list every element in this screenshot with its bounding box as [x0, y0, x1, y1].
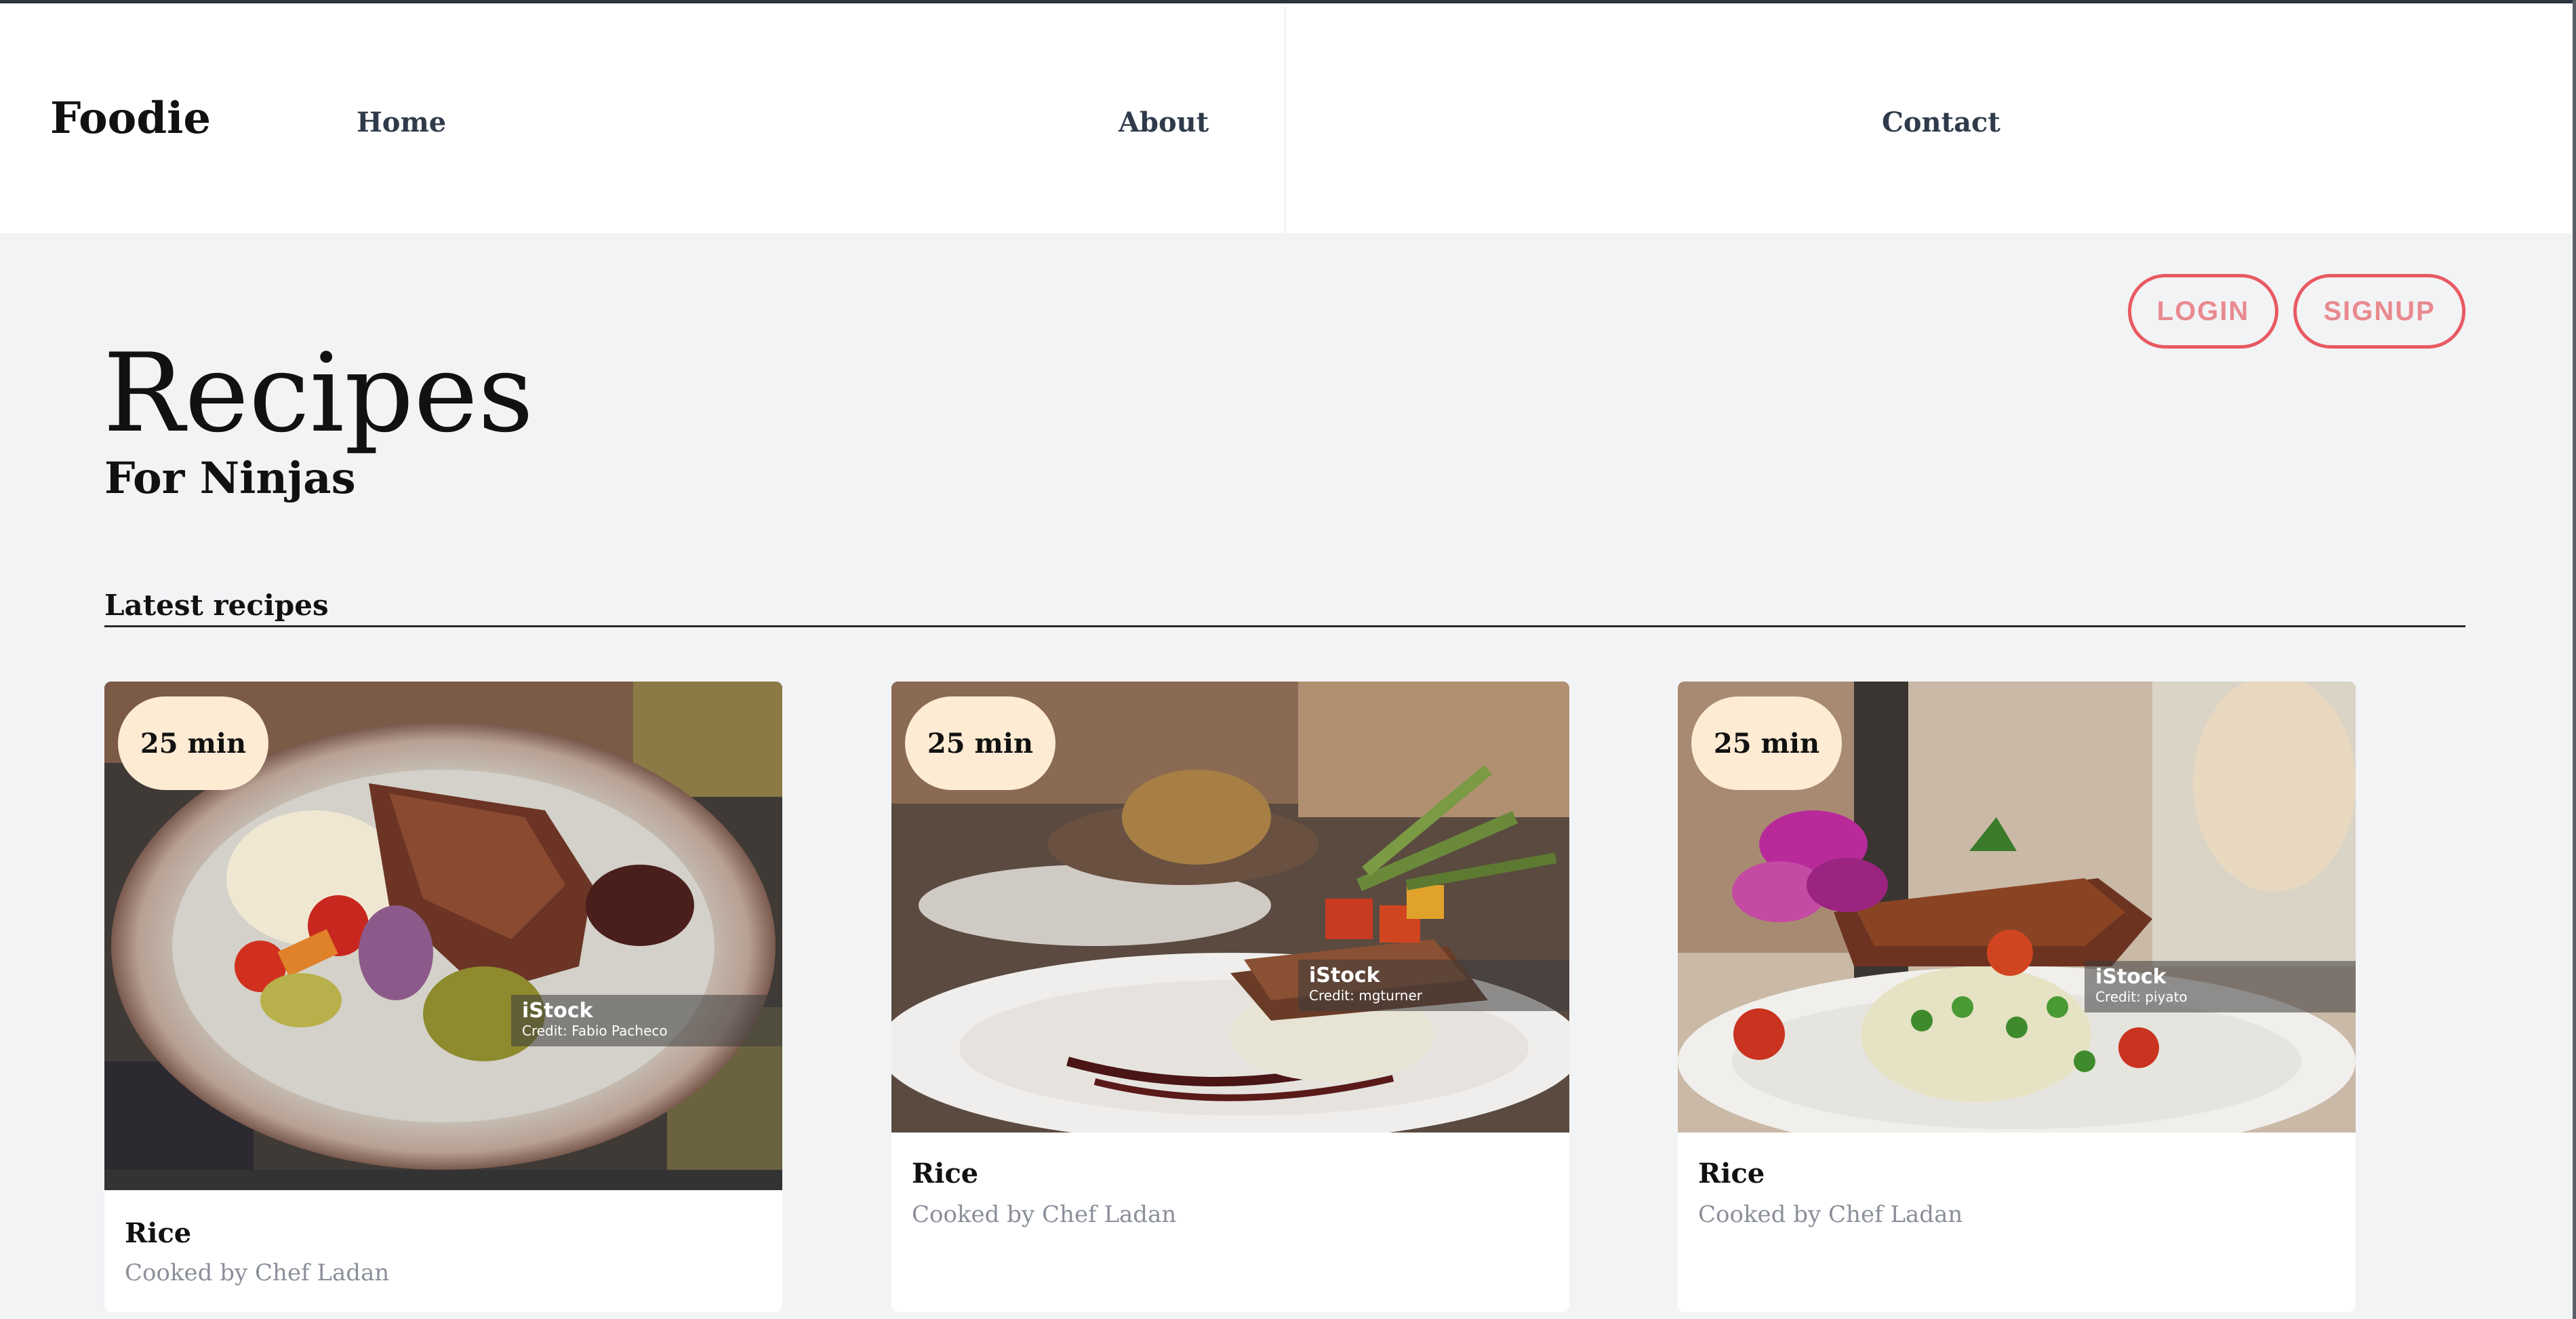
page-title: Recipes: [103, 330, 534, 456]
nav-home-link[interactable]: Home: [357, 106, 446, 138]
recipe-author: Cooked by Chef Ladan: [125, 1259, 390, 1286]
section-divider: [104, 625, 2466, 627]
window-edge: [2573, 0, 2576, 1319]
recipe-image[interactable]: 25 min iStock Credit: Fabio Pacheco: [104, 682, 782, 1190]
brand-logo[interactable]: Foodie: [50, 93, 211, 144]
recipe-title[interactable]: Rice: [912, 1158, 978, 1189]
watermark-brand: iStock: [1309, 964, 1380, 987]
cook-time-badge: 25 min: [118, 696, 268, 790]
section-title: Latest recipes: [104, 589, 329, 622]
watermark-credit: Credit: mgturner: [1309, 987, 1423, 1004]
recipe-author: Cooked by Chef Ladan: [1698, 1201, 1963, 1228]
watermark-brand: iStock: [522, 999, 593, 1023]
nav-about-link[interactable]: About: [1119, 106, 1209, 138]
top-navbar: Foodie Home About Contact: [0, 0, 2576, 237]
login-button[interactable]: LOGIN: [2128, 274, 2278, 349]
page-subtitle: For Ninjas: [104, 453, 356, 504]
recipe-author: Cooked by Chef Ladan: [912, 1201, 1177, 1228]
istock-watermark: iStock Credit: Fabio Pacheco: [511, 995, 782, 1046]
recipe-card[interactable]: 25 min iStock Credit: piyato Rice Cooked…: [1678, 682, 2356, 1312]
recipe-card[interactable]: 25 min iStock Credit: Fabio Pacheco Rice…: [104, 682, 782, 1312]
recipe-title[interactable]: Rice: [125, 1217, 191, 1249]
istock-watermark: iStock Credit: mgturner: [1298, 960, 1569, 1011]
recipe-image[interactable]: 25 min iStock Credit: mgturner: [891, 682, 1569, 1133]
cook-time-badge: 25 min: [905, 696, 1055, 790]
recipe-image[interactable]: 25 min iStock Credit: piyato: [1678, 682, 2356, 1133]
nav-contact-link[interactable]: Contact: [1882, 106, 2000, 138]
signup-button[interactable]: SIGNUP: [2293, 274, 2466, 349]
istock-watermark: iStock Credit: piyato: [2085, 961, 2356, 1012]
recipe-card[interactable]: 25 min iStock Credit: mgturner Rice Cook…: [891, 682, 1569, 1312]
header-divider: [1285, 7, 1286, 237]
cook-time-badge: 25 min: [1691, 696, 1842, 790]
watermark-credit: Credit: piyato: [2095, 989, 2188, 1005]
watermark-credit: Credit: Fabio Pacheco: [522, 1023, 668, 1039]
recipe-title[interactable]: Rice: [1698, 1158, 1765, 1189]
watermark-brand: iStock: [2095, 965, 2167, 989]
